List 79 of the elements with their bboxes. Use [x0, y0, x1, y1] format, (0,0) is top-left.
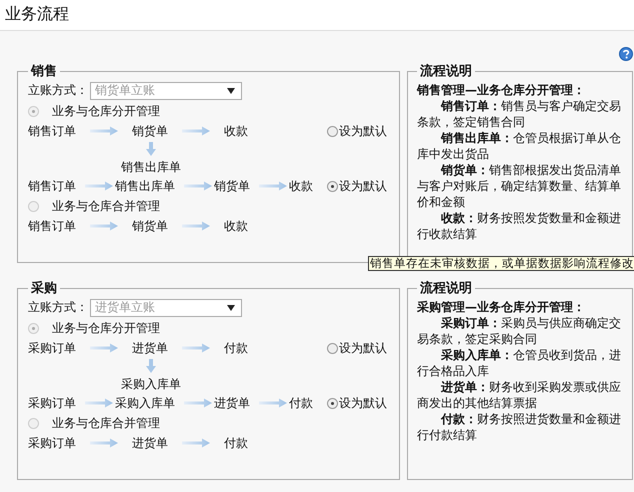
- explanation-text: 进货单：财务收到采购发票或供应商发出的其他结算票据: [417, 379, 622, 411]
- flow-step: 销售订单: [28, 122, 76, 140]
- radio-button[interactable]: [28, 322, 39, 334]
- flow-step: 进货单: [132, 434, 168, 452]
- explanation-legend: 流程说明: [417, 279, 475, 297]
- option-label: 业务与仓库合并管理: [52, 414, 160, 432]
- flow-step: 收款: [224, 122, 248, 140]
- arrow-icon: [90, 343, 118, 353]
- down-arrow-icon: [146, 142, 156, 156]
- arrow-icon: [90, 126, 118, 136]
- section-legend: 销售: [28, 62, 60, 80]
- option-label: 业务与仓库合并管理: [52, 198, 160, 214]
- explanation-text: 收款：财务按照发货数量和金额进行收款结算: [417, 210, 622, 242]
- arrow-icon: [90, 221, 118, 231]
- flow-step: 销货单: [214, 178, 250, 194]
- explanation-text: 销售订单：销售员与客户确定交易条款，签定销售合同: [417, 98, 622, 130]
- page-title: 业务流程: [4, 3, 70, 25]
- explanation-heading: 销售管理—业务仓库分开管理：: [417, 82, 586, 98]
- explanation-text: 采购订单：采购员与供应商确定交易条款，签定采购合同: [417, 315, 622, 347]
- radio-button[interactable]: [28, 418, 39, 428]
- explanation-text: 销售出库单：仓管员根据订单从仓库中发出货品: [417, 130, 622, 162]
- set-default-option[interactable]: 设为默认: [327, 178, 387, 194]
- flow-step: 收款: [289, 178, 313, 194]
- flow-step: 采购订单: [28, 394, 76, 412]
- arrow-icon: [182, 126, 210, 136]
- arrow-icon: [182, 343, 210, 353]
- help-icon[interactable]: [619, 47, 633, 61]
- radio-button[interactable]: [327, 126, 338, 136]
- flow-step: 采购订单: [28, 434, 76, 452]
- flow-step: 付款: [224, 340, 248, 356]
- arrow-icon: [85, 181, 113, 191]
- radio-button[interactable]: [28, 200, 39, 212]
- flow-step: 销售出库单: [121, 159, 181, 176]
- explanation-text: 付款：财务按照进货数量和金额进行付款结算: [417, 411, 622, 443]
- arrow-icon: [182, 221, 210, 231]
- section-legend: 采购: [28, 279, 60, 297]
- flow-step: 采购入库单: [121, 376, 181, 393]
- flow-step: 进货单: [214, 394, 250, 412]
- radio-label: 设为默认: [339, 340, 387, 356]
- tooltip: 销售单存在未审核数据，或单据数据影响流程修改: [368, 256, 634, 271]
- down-arrow-icon: [146, 359, 156, 373]
- flow-step: 销货单: [132, 122, 168, 140]
- flow-step: 进货单: [132, 340, 168, 356]
- arrow-icon: [182, 438, 210, 448]
- flow-step: 销售订单: [28, 178, 76, 194]
- flow-step: 付款: [289, 394, 313, 412]
- arrow-icon: [85, 398, 113, 408]
- dropdown-arrow-icon: [227, 304, 235, 310]
- dropdown-arrow-icon: [227, 88, 235, 94]
- explanation-heading: 采购管理—业务仓库分开管理：: [417, 299, 586, 315]
- arrow-icon: [184, 181, 212, 191]
- flow-step: 采购入库单: [115, 394, 175, 412]
- radio-label: 设为默认: [339, 394, 387, 412]
- set-default-option[interactable]: 设为默认: [327, 394, 387, 412]
- arrow-icon: [90, 438, 118, 448]
- field-label: 立账方式：: [28, 82, 88, 99]
- option-label: 业务与仓库分开管理: [52, 102, 160, 120]
- explanation-text: 采购入库单：仓管员收到货品，进行合格品入库: [417, 347, 622, 379]
- flow-step: 销售出库单: [115, 178, 175, 194]
- set-default-option[interactable]: 设为默认: [327, 340, 387, 356]
- explanation-text: 销货单：销售部根据发出货品清单与客户对账后，确定结算数量、结算单价和金额: [417, 162, 622, 210]
- arrow-icon: [259, 398, 287, 408]
- radio-button[interactable]: [327, 180, 338, 192]
- flow-step: 付款: [224, 434, 248, 452]
- arrow-icon: [184, 398, 212, 408]
- flow-step: 销售订单: [28, 218, 76, 234]
- radio-button[interactable]: [327, 398, 338, 408]
- flow-step: 销货单: [132, 218, 168, 234]
- radio-label: 设为默认: [339, 122, 387, 140]
- field-label: 立账方式：: [28, 299, 88, 316]
- explanation-legend: 流程说明: [417, 62, 475, 80]
- radio-button[interactable]: [28, 106, 39, 116]
- radio-button[interactable]: [327, 342, 338, 354]
- arrow-icon: [259, 181, 287, 191]
- flow-step: 采购订单: [28, 340, 76, 356]
- flow-step: 收款: [224, 218, 248, 234]
- radio-label: 设为默认: [339, 178, 387, 194]
- option-label: 业务与仓库分开管理: [52, 320, 160, 336]
- set-default-option[interactable]: 设为默认: [327, 122, 387, 140]
